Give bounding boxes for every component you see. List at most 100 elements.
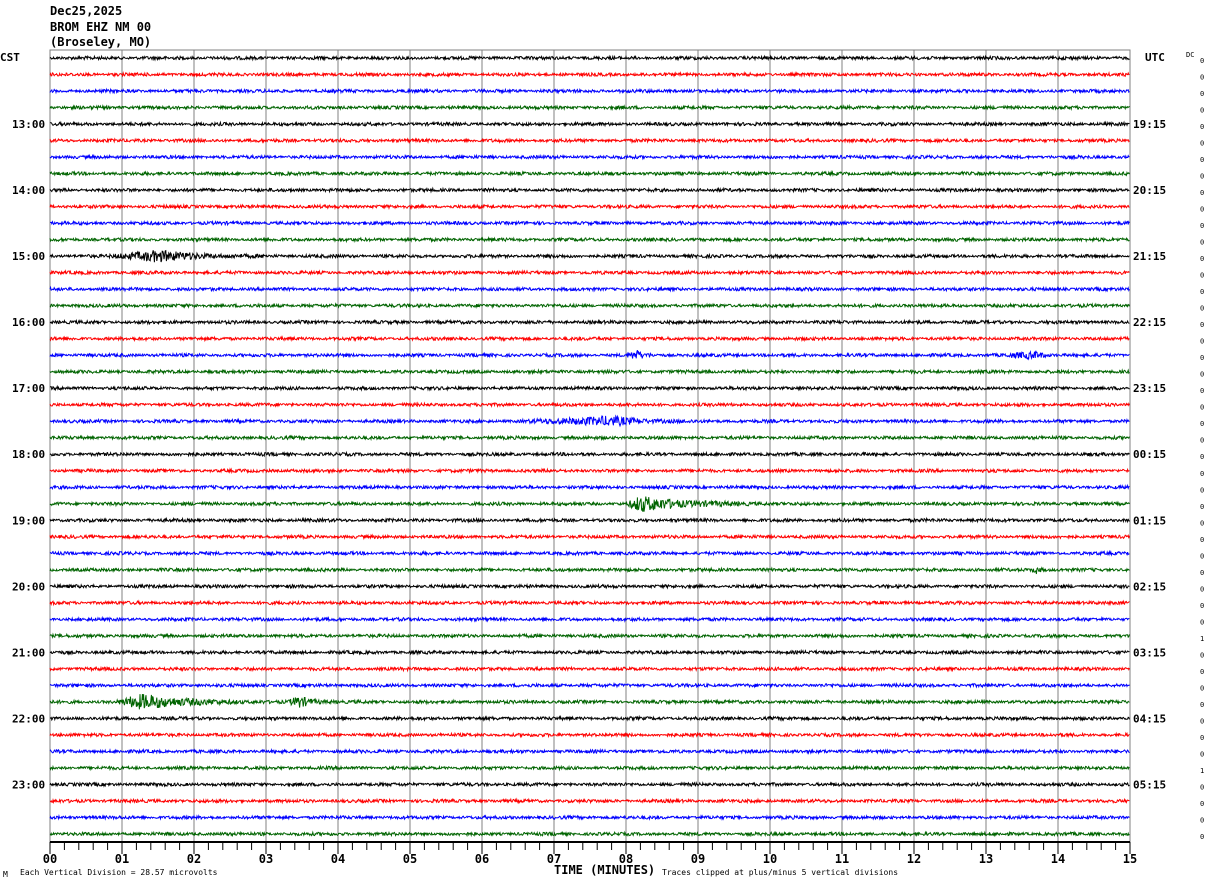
seismic-trace	[49, 549, 1130, 557]
dc-offset-value: 0	[1200, 717, 1204, 725]
seismic-trace	[49, 318, 1130, 326]
seismic-trace	[49, 414, 1130, 428]
dc-offset-value: 0	[1200, 57, 1204, 65]
dc-offset-value: 0	[1200, 239, 1204, 247]
dc-offset-value: 0	[1200, 437, 1204, 445]
utc-hour-label: 03:15	[1133, 646, 1166, 659]
record-date: Dec25,2025	[50, 4, 122, 18]
seismic-trace	[49, 797, 1130, 805]
seismic-trace	[49, 285, 1130, 293]
x-tick-label: 13	[979, 852, 993, 866]
seismic-trace	[49, 434, 1130, 442]
dc-offset-value: 0	[1200, 255, 1204, 263]
seismic-trace	[49, 830, 1130, 838]
seismic-trace	[49, 87, 1130, 95]
seismic-trace	[49, 368, 1130, 376]
dc-offset-value: 0	[1200, 140, 1204, 148]
utc-hour-label: 20:15	[1133, 184, 1166, 197]
traces	[49, 54, 1130, 838]
cst-hour-label: 18:00	[12, 448, 45, 461]
seismic-trace	[49, 186, 1130, 194]
x-tick-label: 01	[115, 852, 129, 866]
x-tick-label: 11	[835, 852, 849, 866]
seismic-trace	[49, 236, 1130, 244]
x-tick-label: 15	[1123, 852, 1137, 866]
dc-offset-value: 0	[1200, 503, 1204, 511]
cst-hour-label: 17:00	[12, 382, 45, 395]
dc-offset-value: 0	[1200, 651, 1204, 659]
dc-offset-value: 0	[1200, 569, 1204, 577]
dc-offset-value: 0	[1200, 470, 1204, 478]
seismic-trace	[49, 599, 1130, 607]
dc-offset-value: 0	[1200, 404, 1204, 412]
dc-offset-value: 0	[1200, 222, 1204, 230]
utc-hour-label: 04:15	[1133, 712, 1166, 725]
station-code: BROM EHZ NM 00	[50, 20, 151, 34]
seismic-trace	[49, 269, 1130, 277]
seismic-trace	[49, 137, 1130, 145]
cst-hour-label: 16:00	[12, 316, 45, 329]
cst-hour-label: 15:00	[12, 250, 45, 263]
seismic-trace	[49, 70, 1130, 79]
x-tick-label: 09	[691, 852, 705, 866]
dc-offset-value: 0	[1200, 701, 1204, 709]
seismic-trace	[49, 302, 1130, 310]
dc-offset-value: 0	[1200, 272, 1204, 280]
clip-note: Traces clipped at plus/minus 5 vertical …	[662, 868, 898, 877]
dc-offset-value: 0	[1200, 90, 1204, 98]
utc-hour-label: 21:15	[1133, 250, 1166, 263]
dc-offset-value: 0	[1200, 371, 1204, 379]
dc-offset-value: 0	[1200, 602, 1204, 610]
seismic-trace	[49, 103, 1130, 112]
dc-offset-value: 0	[1200, 74, 1204, 82]
seismic-trace	[49, 384, 1130, 392]
dc-offset-value: 0	[1200, 288, 1204, 296]
station-location: (Broseley, MO)	[50, 35, 151, 49]
dc-offset-value: 0	[1200, 206, 1204, 214]
seismic-trace	[49, 747, 1130, 755]
dc-offset-value: 0	[1200, 453, 1204, 461]
seismic-trace	[49, 153, 1130, 161]
left-timezone: CST	[0, 51, 20, 64]
dc-offset-value: 0	[1200, 123, 1204, 131]
seismic-trace	[49, 648, 1130, 656]
cst-hour-label: 23:00	[12, 778, 45, 791]
x-tick-label: 05	[403, 852, 417, 866]
dc-offset-value: 0	[1200, 519, 1204, 527]
seismic-trace	[49, 203, 1130, 211]
seismic-trace	[49, 632, 1130, 640]
seismic-trace	[49, 54, 1130, 62]
dc-offset-value: 0	[1200, 189, 1204, 197]
seismic-trace	[49, 120, 1130, 128]
dc-label: DC	[1186, 51, 1194, 59]
dc-offset-value: 0	[1200, 734, 1204, 742]
dc-offset-value: 0	[1200, 321, 1204, 329]
seismic-trace	[49, 693, 1130, 710]
seismic-trace	[49, 450, 1130, 458]
seismic-trace	[49, 681, 1130, 689]
seismic-trace	[50, 219, 1130, 227]
seismic-trace	[49, 665, 1130, 673]
x-tick-label: 00	[43, 852, 57, 866]
seismic-trace	[49, 780, 1130, 788]
dc-offset-value: 0	[1200, 833, 1204, 841]
x-tick-label: 06	[475, 852, 489, 866]
dc-offset-value: 1	[1200, 635, 1204, 643]
dc-offset-value: 0	[1200, 684, 1204, 692]
plot-frame	[49, 49, 1131, 843]
dc-offset-value: 0	[1200, 536, 1204, 544]
seismic-trace	[49, 350, 1130, 361]
grid-lines	[49, 49, 1131, 843]
dc-offset-value: 0	[1200, 552, 1204, 560]
seismic-trace	[49, 731, 1130, 739]
utc-hour-label: 19:15	[1133, 118, 1166, 131]
dc-offset-value: 0	[1200, 618, 1204, 626]
x-tick-label: 03	[259, 852, 273, 866]
x-tick-label: 12	[907, 852, 921, 866]
dc-offset-value: 0	[1200, 750, 1204, 758]
cst-hour-label: 21:00	[12, 646, 45, 659]
seismic-trace	[49, 335, 1130, 343]
right-timezone: UTC	[1145, 51, 1165, 64]
dc-offset-value: 0	[1200, 387, 1204, 395]
cst-hour-label: 19:00	[12, 514, 45, 527]
